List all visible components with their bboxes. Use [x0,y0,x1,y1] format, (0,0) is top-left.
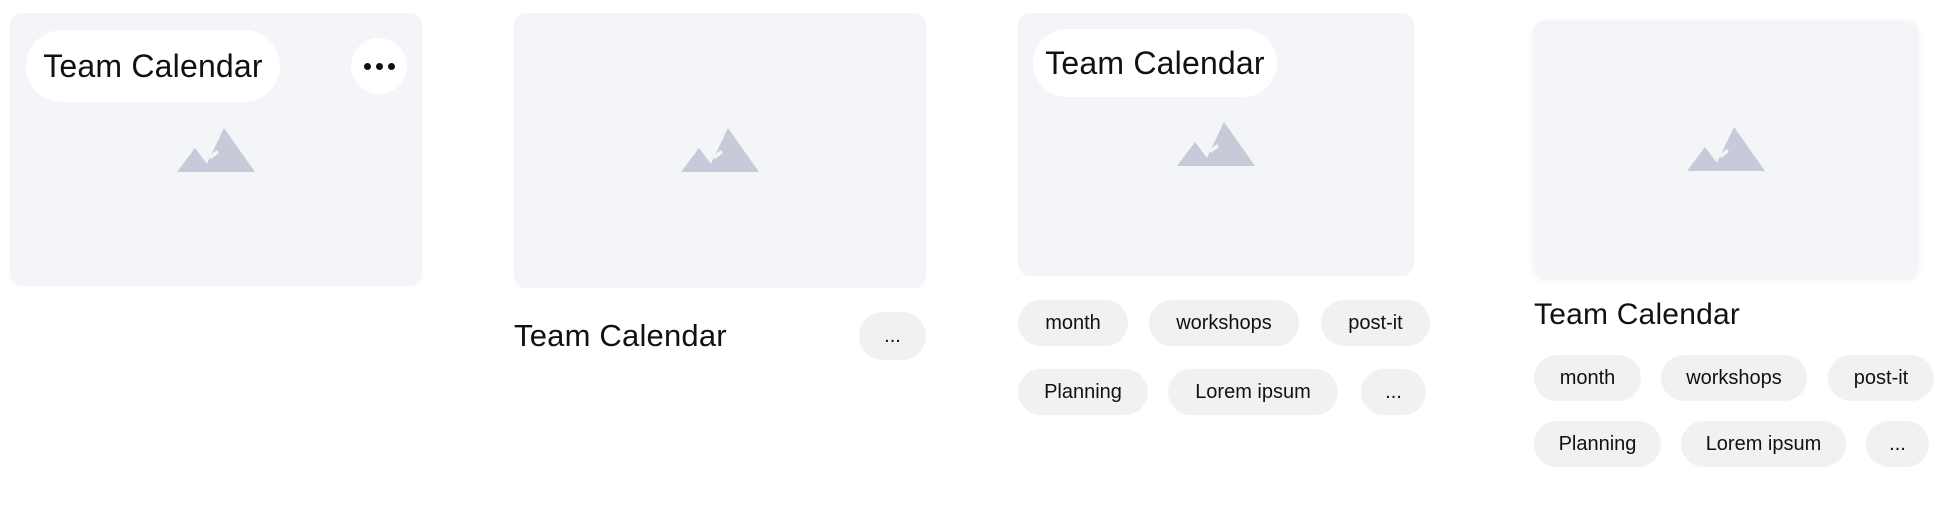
tag-chip[interactable]: Planning [1018,369,1148,415]
card-title: Team Calendar [514,318,727,353]
card-title: Team Calendar [1534,298,1741,331]
tag-chip[interactable]: month [1534,355,1641,401]
image-placeholder-icon [1687,127,1765,171]
tag-chip[interactable]: Lorem ipsum [1681,421,1846,467]
image-placeholder-icon [681,128,759,172]
card-thumbnail[interactable]: Team Calendar [1018,13,1414,276]
card-thumbnail[interactable]: Team Calendar [10,13,422,286]
card-title: Team Calendar [43,48,263,84]
tag-chip[interactable]: workshops [1661,355,1807,401]
tag-chip[interactable]: Lorem ipsum [1168,369,1338,415]
image-placeholder-icon [1177,122,1255,166]
tag-chip[interactable]: workshops [1149,300,1299,346]
card-thumbnail[interactable] [514,13,926,288]
tag-chip[interactable]: post-it [1828,355,1934,401]
more-horizontal-icon [363,62,395,70]
card-title-pill: Team Calendar [1033,29,1277,97]
more-tags-chip[interactable]: ... [1361,369,1426,415]
image-placeholder-icon [177,128,255,172]
more-tags-chip[interactable]: ... [1866,421,1929,467]
card-title: Team Calendar [1045,45,1265,81]
tag-chip[interactable]: post-it [1321,300,1430,346]
card-thumbnail[interactable] [1534,21,1918,278]
tag-chip[interactable]: Planning [1534,421,1661,467]
tag-chip[interactable]: month [1018,300,1128,346]
card-title-pill: Team Calendar [26,30,280,102]
more-options-button[interactable] [351,38,407,94]
more-button[interactable]: ... [859,312,926,360]
